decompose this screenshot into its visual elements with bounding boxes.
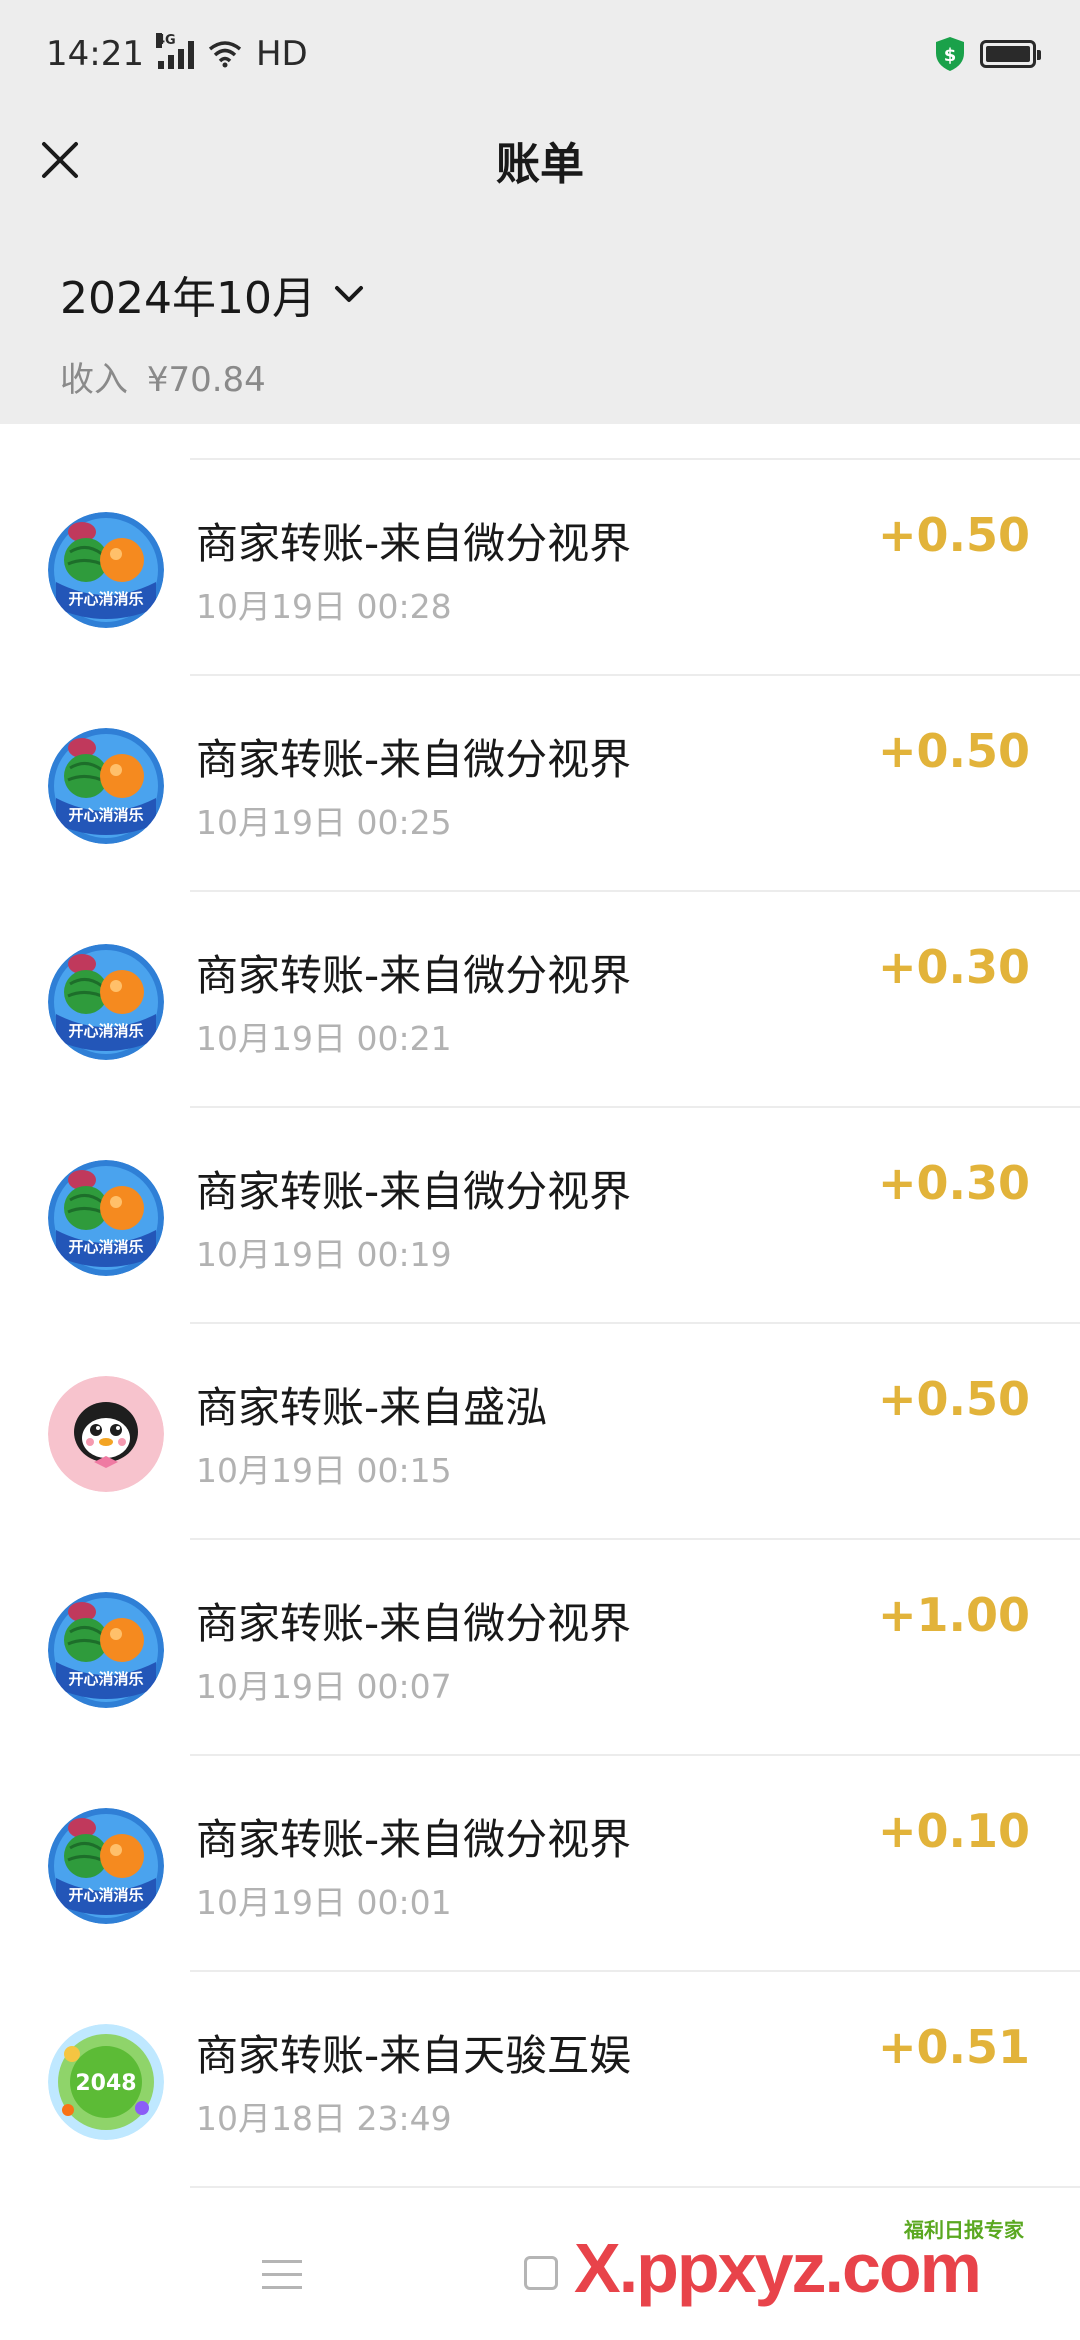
match-game-avatar: 开心消消乐 [48, 512, 164, 628]
transaction-amount: +0.51 [877, 2020, 1030, 2074]
avatar-label: 开心消消乐 [68, 806, 143, 824]
transaction-name: 商家转账-来自微分视界 [196, 735, 632, 784]
transaction-amount: +0.30 [877, 940, 1030, 994]
home-icon[interactable] [524, 2256, 558, 2290]
avatar-label: 2048 [75, 2071, 136, 2096]
match-game-avatar: 开心消消乐 [48, 1808, 164, 1924]
transaction-time: 10月18日 23:49 [196, 2099, 452, 2138]
transaction-amount: +0.50 [877, 1372, 1030, 1426]
watermark: X.ppxyz.com [574, 2229, 982, 2307]
penguin-avatar [48, 1376, 164, 1492]
security-shield-icon: $ [936, 37, 964, 71]
header: 账单 [0, 108, 1080, 212]
transaction-name: 商家转账-来自盛泓 [196, 1383, 548, 1432]
income-label: 收入 [60, 360, 128, 400]
transaction-row[interactable]: 开心消消乐 商家转账-来自微分视界 10月19日 00:25 +0.50 [0, 676, 1080, 892]
transaction-time: 10月19日 00:07 [196, 1667, 452, 1706]
hd-indicator: HD [255, 34, 308, 74]
transaction-name: 商家转账-来自微分视界 [196, 1599, 632, 1648]
status-time: 14:21 [46, 34, 144, 74]
transaction-amount: +1.00 [877, 1588, 1030, 1642]
transaction-amount: +0.30 [877, 1156, 1030, 1210]
system-nav-bar: 福利日报专家 X.ppxyz.com [0, 2190, 1080, 2340]
transaction-name: 商家转账-来自微分视界 [196, 519, 632, 568]
transaction-list: 开心消消乐 商家转账-来自微分视界 10月19日 00:28 +0.50 开心消消乐… [0, 424, 1080, 2190]
transaction-amount: +0.50 [877, 724, 1030, 778]
avatar-label: 开心消消乐 [68, 1886, 143, 1904]
page-title: 账单 [496, 139, 584, 190]
transaction-time: 10月19日 00:25 [196, 803, 452, 842]
transaction-amount: +0.50 [877, 508, 1030, 562]
match-game-avatar: 开心消消乐 [48, 1592, 164, 1708]
transaction-row[interactable]: 开心消消乐 商家转账-来自微分视界 10月19日 00:21 +0.30 [0, 892, 1080, 1108]
transaction-row[interactable]: 开心消消乐 商家转账-来自微分视界 10月19日 00:19 +0.30 [0, 1108, 1080, 1324]
close-button[interactable] [30, 130, 90, 190]
month-summary: 2024年10月 收入 ¥70.84 [0, 212, 1080, 424]
transaction-time: 10月19日 00:15 [196, 1451, 452, 1490]
row-divider [190, 2186, 1080, 2188]
match-game-avatar: 开心消消乐 [48, 728, 164, 844]
transaction-row[interactable]: 开心消消乐 商家转账-来自微分视界 10月19日 00:28 +0.50 [0, 460, 1080, 676]
income-value: ¥70.84 [146, 360, 266, 400]
income-summary: 收入 ¥70.84 [60, 352, 1080, 401]
status-left: 14:21 4G HD [46, 33, 308, 74]
transaction-name: 商家转账-来自微分视界 [196, 1167, 632, 1216]
avatar-label: 开心消消乐 [68, 1022, 143, 1040]
transaction-name: 商家转账-来自天骏互娱 [196, 2031, 632, 2080]
transaction-time: 10月19日 00:21 [196, 1019, 452, 1058]
avatar-label: 开心消消乐 [68, 590, 143, 608]
avatar-label: 开心消消乐 [68, 1670, 143, 1688]
transaction-row[interactable]: 开心消消乐 商家转账-来自微分视界 10月19日 00:07 +1.00 [0, 1540, 1080, 1756]
transaction-row[interactable]: 商家转账-来自盛泓 10月19日 00:15 +0.50 [0, 1324, 1080, 1540]
transaction-time: 10月19日 00:01 [196, 1883, 452, 1922]
match-game-avatar: 开心消消乐 [48, 944, 164, 1060]
month-selector[interactable]: 2024年10月 [60, 262, 1080, 326]
transaction-row[interactable]: 开心消消乐 商家转账-来自微分视界 10月19日 00:01 +0.10 [0, 1756, 1080, 1972]
transaction-name: 商家转账-来自微分视界 [196, 1815, 632, 1864]
transaction-name: 商家转账-来自微分视界 [196, 951, 632, 1000]
cellular-signal-icon: 4G [155, 33, 194, 69]
wifi-icon [208, 41, 242, 68]
transaction-time: 10月19日 00:28 [196, 587, 452, 626]
transaction-amount: +0.10 [877, 1804, 1030, 1858]
svg-text:$: $ [944, 45, 957, 66]
network-type: 4G [155, 33, 176, 48]
match-game-avatar: 开心消消乐 [48, 1160, 164, 1276]
transaction-time: 10月19日 00:19 [196, 1235, 452, 1274]
status-bar: 14:21 4G HD $ [0, 0, 1080, 108]
menu-icon[interactable] [262, 2260, 302, 2299]
battery-icon [980, 40, 1041, 68]
month-label: 2024年10月 [60, 273, 316, 324]
avatar-label: 开心消消乐 [68, 1238, 143, 1256]
2048-game-avatar: 2048 [48, 2024, 164, 2140]
close-icon [42, 142, 78, 178]
status-right: $ [934, 36, 1041, 72]
transaction-row[interactable]: 2048 商家转账-来自天骏互娱 10月18日 23:49 +0.51 [0, 1972, 1080, 2188]
chevron-down-icon [334, 286, 363, 302]
